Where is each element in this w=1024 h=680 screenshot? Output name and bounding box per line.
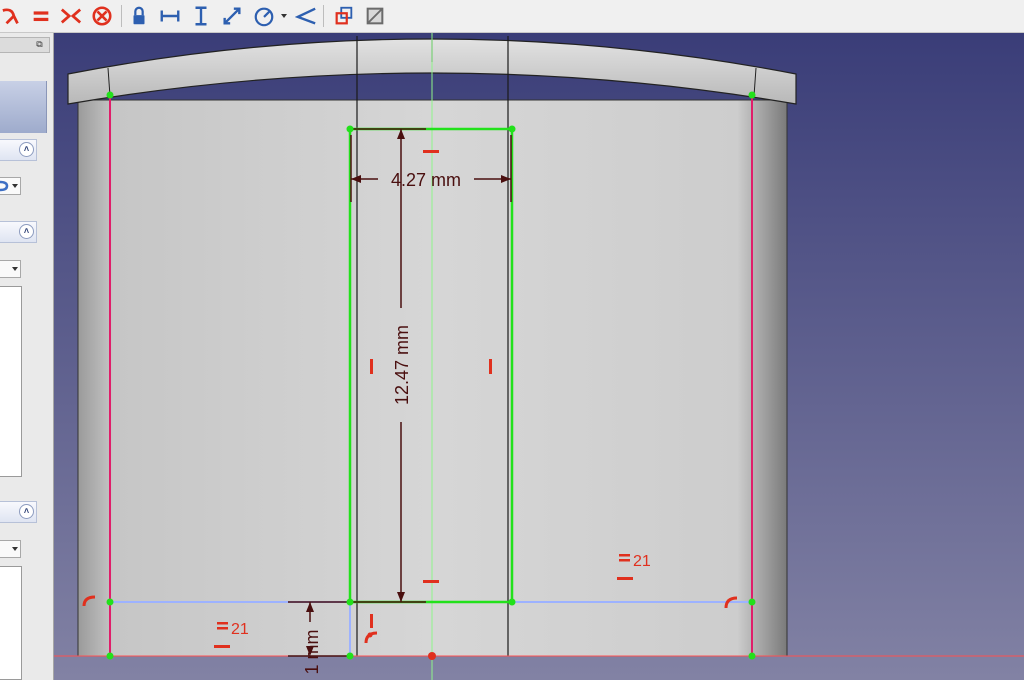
- constrain-tangent-icon: [2, 8, 19, 25]
- sketch-point[interactable]: [508, 598, 516, 606]
- constrain-equal-button[interactable]: [29, 4, 53, 28]
- task-header-block: [0, 81, 47, 133]
- collapse-icon[interactable]: ˄: [19, 142, 34, 157]
- constrain-radius-button[interactable]: [252, 4, 276, 28]
- sketch-point[interactable]: [106, 91, 114, 99]
- collapse-icon[interactable]: ˄: [19, 224, 34, 239]
- mode-combobox[interactable]: [0, 177, 21, 195]
- toggle-driving-constraint-button[interactable]: [332, 4, 356, 28]
- toggle-construction-button[interactable]: [363, 4, 387, 28]
- toggle-construction-icon: [366, 7, 384, 25]
- sketch-point[interactable]: [346, 598, 354, 606]
- chevron-down-icon: [12, 547, 18, 551]
- equal-constraint-label: 21: [231, 621, 249, 638]
- constrain-equal-icon: [33, 11, 49, 22]
- origin-point[interactable]: [428, 652, 436, 660]
- horizontal-constraint-icon[interactable]: [214, 645, 230, 648]
- constrain-horizontal-distance-button[interactable]: [158, 4, 182, 28]
- sketch-point[interactable]: [106, 652, 114, 660]
- constrain-block-button[interactable]: [90, 4, 114, 28]
- chevron-down-icon: [12, 267, 18, 271]
- panel-title-bar: ⧉: [0, 37, 50, 53]
- dimension-height-label: 12.47 mm: [392, 325, 412, 405]
- elements-list[interactable]: [0, 566, 22, 680]
- equal-constraint-icon[interactable]: [217, 622, 228, 625]
- sketch-point[interactable]: [748, 91, 756, 99]
- refresh-icon: [0, 180, 9, 192]
- toggle-driving-constraint-icon: [335, 6, 353, 25]
- constrain-distance-icon: [223, 7, 241, 25]
- dimension-offset-label: 1 mm: [302, 630, 322, 675]
- task-section-header-1[interactable]: ˄: [0, 139, 37, 161]
- constrain-symmetric-button[interactable]: [59, 4, 83, 28]
- horizontal-constraint-icon[interactable]: [423, 580, 439, 583]
- horizontal-constraint-icon[interactable]: [423, 150, 439, 153]
- vertical-constraint-icon[interactable]: [370, 614, 373, 628]
- constrain-lock-icon: [133, 6, 145, 25]
- sketch-point[interactable]: [508, 125, 516, 133]
- constrain-symmetric-icon: [60, 8, 82, 24]
- restore-icon[interactable]: ⧉: [34, 39, 45, 50]
- constrain-distance-button[interactable]: [220, 4, 244, 28]
- constraints-list[interactable]: [0, 286, 22, 477]
- task-section-header-3[interactable]: ˄: [0, 501, 37, 523]
- equal-constraint-label: 21: [633, 553, 651, 570]
- sketch-point[interactable]: [346, 652, 354, 660]
- constrain-lock-button[interactable]: [127, 4, 151, 28]
- vertical-constraint-icon[interactable]: [489, 359, 492, 374]
- constrain-block-icon: [92, 6, 112, 26]
- sketch-canvas[interactable]: 4.27 mm 12.47 mm 1 mm 21 21: [54, 33, 1024, 680]
- horizontal-constraint-icon[interactable]: [617, 577, 633, 580]
- sketch-point[interactable]: [106, 598, 114, 606]
- combo-view-panel: ⧉ ˄ ˄ ˄: [0, 33, 54, 680]
- constrain-vertical-distance-icon: [195, 6, 207, 26]
- constrain-tangent-button[interactable]: [0, 4, 24, 28]
- chevron-down-icon: [12, 184, 18, 188]
- sketcher-constraints-toolbar: [0, 0, 1024, 33]
- vertical-constraint-icon[interactable]: [370, 359, 373, 374]
- constrain-angle-icon: [295, 7, 316, 25]
- constrain-vertical-distance-button[interactable]: [189, 4, 213, 28]
- task-section-header-2[interactable]: ˄: [0, 221, 37, 243]
- elements-filter-combobox[interactable]: [0, 540, 21, 558]
- collapse-icon[interactable]: ˄: [19, 504, 34, 519]
- 3d-view[interactable]: 4.27 mm 12.47 mm 1 mm 21 21: [54, 33, 1024, 680]
- constrain-radius-icon: [254, 7, 274, 27]
- constrain-angle-button[interactable]: [294, 4, 318, 28]
- filter-combobox[interactable]: [0, 260, 21, 278]
- equal-constraint-icon[interactable]: [619, 554, 630, 557]
- sketch-point[interactable]: [748, 652, 756, 660]
- radius-dropdown-arrow[interactable]: [281, 14, 287, 18]
- constrain-horizontal-distance-icon: [160, 10, 180, 22]
- sketch-point[interactable]: [346, 125, 354, 133]
- sketch-point[interactable]: [748, 598, 756, 606]
